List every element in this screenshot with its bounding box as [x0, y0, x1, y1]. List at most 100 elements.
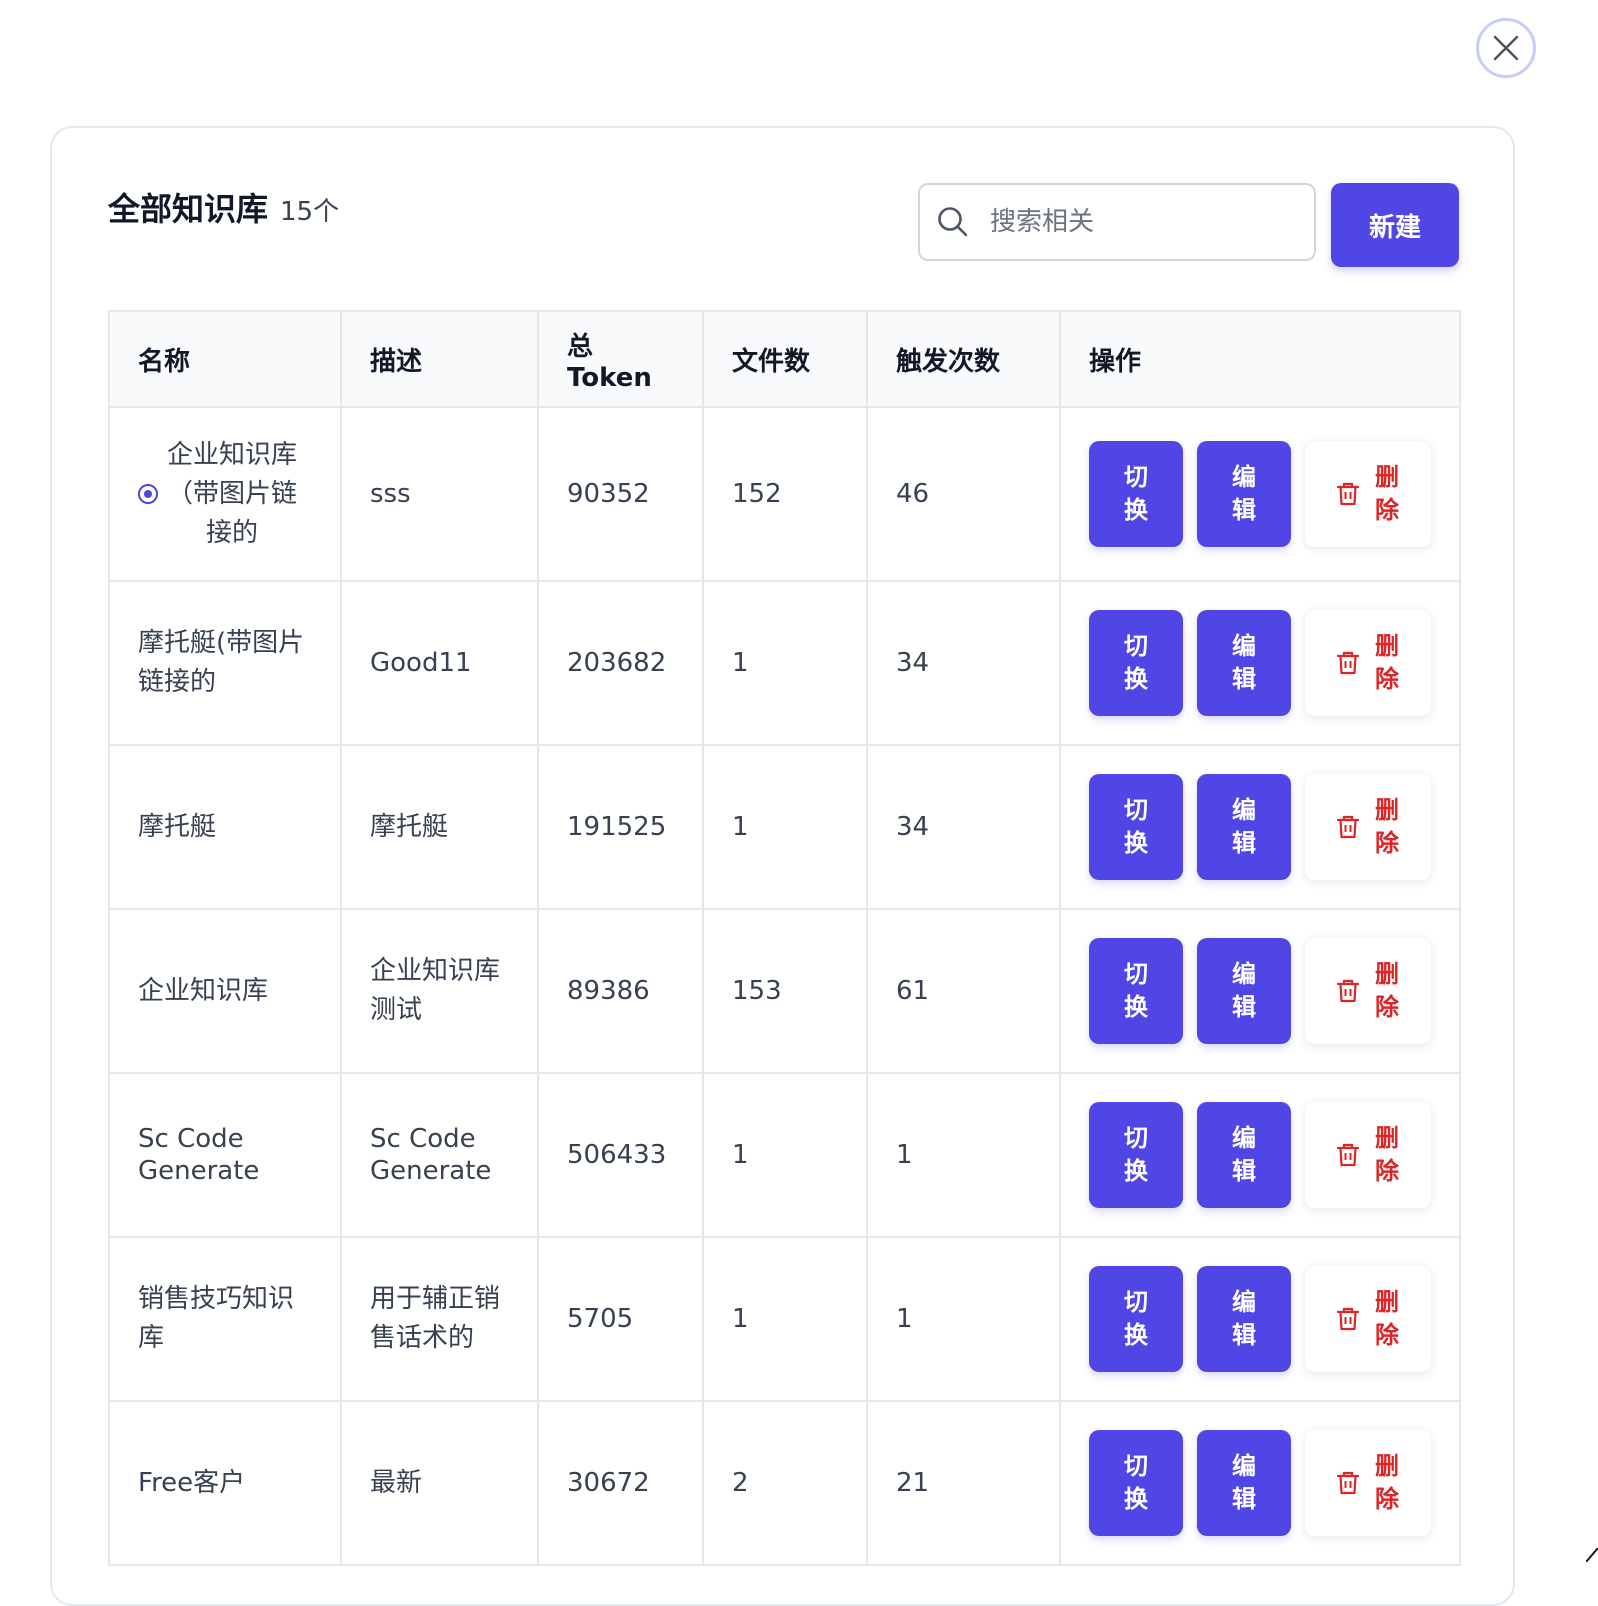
cell-actions: 切换 编辑 删除 [1059, 580, 1461, 746]
cell-actions: 切换 编辑 删除 [1059, 406, 1461, 582]
edit-button[interactable]: 编辑 [1197, 1430, 1291, 1536]
cell-files: 1 [702, 1072, 868, 1238]
cell-tokens: 5705 [537, 1236, 704, 1402]
edit-button[interactable]: 编辑 [1197, 1266, 1291, 1372]
cell-triggers: 34 [866, 744, 1061, 910]
cell-files: 2 [702, 1400, 868, 1566]
edit-button[interactable]: 编辑 [1197, 774, 1291, 880]
edit-button[interactable]: 编辑 [1197, 938, 1291, 1044]
cell-tokens: 203682 [537, 580, 704, 746]
delete-button[interactable]: 删除 [1305, 441, 1431, 547]
cell-description: Sc Code Generate [340, 1072, 539, 1238]
edit-button[interactable]: 编辑 [1197, 441, 1291, 547]
cell-description: Good11 [340, 580, 539, 746]
edit-button[interactable]: 编辑 [1197, 1102, 1291, 1208]
delete-button-label: 删除 [1375, 632, 1399, 693]
page-title-text: 全部知识库 [108, 190, 269, 228]
delete-button[interactable]: 删除 [1305, 1430, 1431, 1536]
cell-actions: 切换 编辑 删除 [1059, 1236, 1461, 1402]
cell-actions: 切换 编辑 删除 [1059, 1072, 1461, 1238]
delete-button-label: 删除 [1375, 796, 1399, 857]
delete-button[interactable]: 删除 [1305, 1102, 1431, 1208]
cell-name: 摩托艇(带图片链接的 [108, 580, 342, 746]
cell-tokens: 191525 [537, 744, 704, 910]
trash-icon [1336, 481, 1360, 507]
switch-button[interactable]: 切换 [1089, 441, 1183, 547]
table-row[interactable]: Sc Code Generate Sc Code Generate 506433… [108, 1072, 1461, 1238]
knowledge-base-panel: 全部知识库 15个 新建 名称 描述 总Token 文件数 [50, 126, 1515, 1606]
cell-description: 最新 [340, 1400, 539, 1566]
cell-triggers: 34 [866, 580, 1061, 746]
table-row[interactable]: Free客户 最新 30672 2 21 切换 编辑 删除 [108, 1400, 1461, 1566]
radio-selected-icon[interactable] [138, 484, 158, 504]
close-button[interactable] [1476, 18, 1536, 78]
close-icon [1493, 35, 1519, 61]
knowledge-base-count: 15个 [280, 197, 340, 227]
cell-files: 152 [702, 406, 868, 582]
cell-tokens: 506433 [537, 1072, 704, 1238]
cell-actions: 切换 编辑 删除 [1059, 1400, 1461, 1566]
trash-icon [1336, 1470, 1360, 1496]
table-row[interactable]: 企业知识库（带图片链接的 sss 90352 152 46 切换 编辑 删除 [108, 406, 1461, 582]
cell-name: 销售技巧知识库 [108, 1236, 342, 1402]
table-row[interactable]: 摩托艇 摩托艇 191525 1 34 切换 编辑 删除 [108, 744, 1461, 910]
delete-button-label: 删除 [1375, 1452, 1399, 1513]
column-header-name: 名称 [108, 310, 342, 408]
delete-button[interactable]: 删除 [1305, 774, 1431, 880]
search-icon [936, 205, 970, 239]
delete-button[interactable]: 删除 [1305, 1266, 1431, 1372]
delete-button-label: 删除 [1375, 463, 1399, 524]
cell-files: 1 [702, 580, 868, 746]
cell-triggers: 46 [866, 406, 1061, 582]
edit-button[interactable]: 编辑 [1197, 610, 1291, 716]
resize-handle-icon[interactable] [1586, 1548, 1598, 1562]
delete-button-label: 删除 [1375, 1288, 1399, 1349]
switch-button[interactable]: 切换 [1089, 1102, 1183, 1208]
trash-icon [1336, 1142, 1360, 1168]
delete-button-label: 删除 [1375, 960, 1399, 1021]
delete-button[interactable]: 删除 [1305, 938, 1431, 1044]
cell-name: 企业知识库（带图片链接的 [108, 406, 342, 582]
cell-files: 1 [702, 1236, 868, 1402]
cell-actions: 切换 编辑 删除 [1059, 744, 1461, 910]
switch-button[interactable]: 切换 [1089, 774, 1183, 880]
cell-name: Free客户 [108, 1400, 342, 1566]
cell-triggers: 61 [866, 908, 1061, 1074]
cell-description: 摩托艇 [340, 744, 539, 910]
table-row[interactable]: 企业知识库 企业知识库测试 89386 153 61 切换 编辑 删除 [108, 908, 1461, 1074]
trash-icon [1336, 978, 1360, 1004]
switch-button[interactable]: 切换 [1089, 938, 1183, 1044]
switch-button[interactable]: 切换 [1089, 1430, 1183, 1536]
cell-tokens: 90352 [537, 406, 704, 582]
trash-icon [1336, 1306, 1360, 1332]
cell-name: Sc Code Generate [108, 1072, 342, 1238]
cell-actions: 切换 编辑 删除 [1059, 908, 1461, 1074]
search-input[interactable] [988, 206, 1292, 238]
cell-name: 企业知识库 [108, 908, 342, 1074]
delete-button[interactable]: 删除 [1305, 610, 1431, 716]
cell-description: 企业知识库测试 [340, 908, 539, 1074]
cell-name: 摩托艇 [108, 744, 342, 910]
cell-description: 用于辅正销售话术的 [340, 1236, 539, 1402]
column-header-actions: 操作 [1059, 310, 1461, 408]
row-name: 企业知识库（带图片链接的 [166, 439, 297, 548]
table-row[interactable]: 销售技巧知识库 用于辅正销售话术的 5705 1 1 切换 编辑 删除 [108, 1236, 1461, 1402]
cell-tokens: 30672 [537, 1400, 704, 1566]
switch-button[interactable]: 切换 [1089, 1266, 1183, 1372]
new-button[interactable]: 新建 [1331, 183, 1459, 267]
cell-description: sss [340, 406, 539, 582]
table-row[interactable]: 摩托艇(带图片链接的 Good11 203682 1 34 切换 编辑 删除 [108, 580, 1461, 746]
search-box[interactable] [918, 183, 1316, 261]
cell-tokens: 89386 [537, 908, 704, 1074]
cell-files: 1 [702, 744, 868, 910]
switch-button[interactable]: 切换 [1089, 610, 1183, 716]
cell-triggers: 1 [866, 1236, 1061, 1402]
column-header-tokens: 总Token [537, 310, 704, 408]
page-title: 全部知识库 15个 [108, 184, 339, 230]
trash-icon [1336, 650, 1360, 676]
trash-icon [1336, 814, 1360, 840]
cell-triggers: 21 [866, 1400, 1061, 1566]
column-header-triggers: 触发次数 [866, 310, 1061, 408]
cell-triggers: 1 [866, 1072, 1061, 1238]
cell-files: 153 [702, 908, 868, 1074]
